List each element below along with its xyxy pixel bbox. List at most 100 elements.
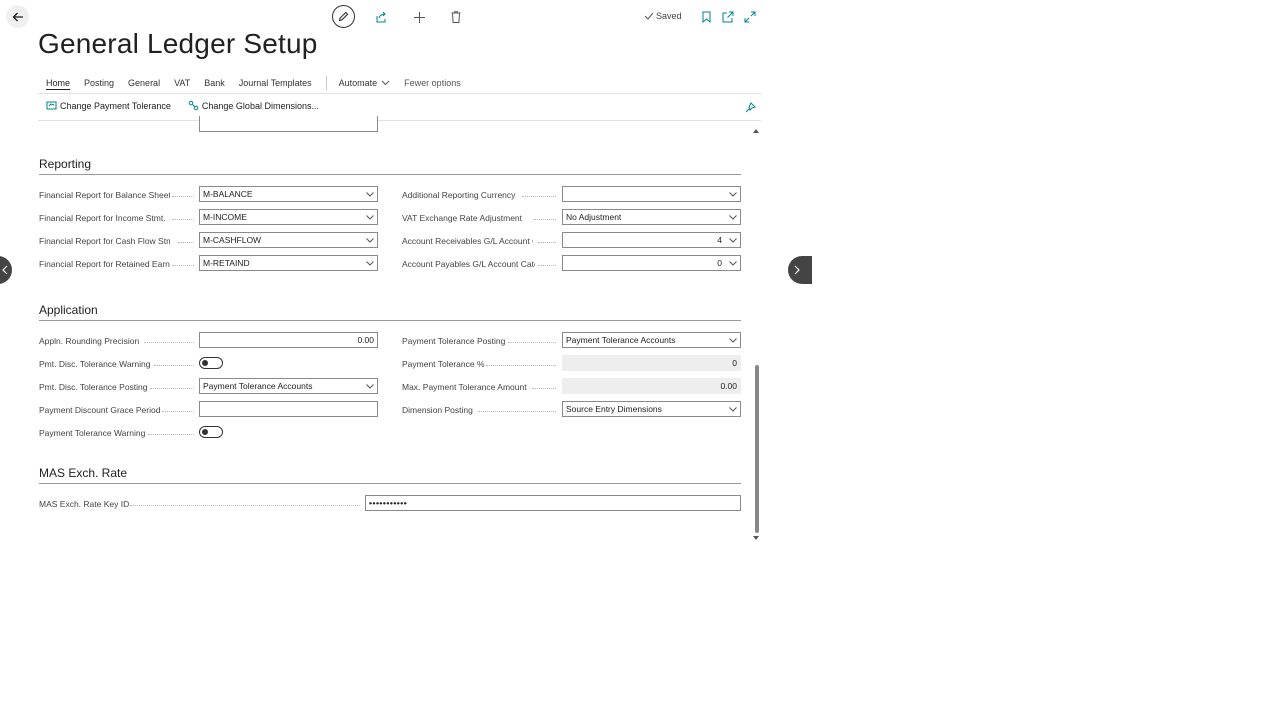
field-leader [144,341,194,343]
tab-automate[interactable]: Automate [339,78,391,88]
field-value: M-RETAIND [203,258,250,268]
field-value: 0.00 [720,381,737,391]
checkmark-icon [644,12,654,20]
field-label: Financial Report for Cash Flow Stmt. [39,236,170,246]
field-value: Source Entry Dimensions [566,404,662,414]
dimension-posting-select[interactable]: Source Entry Dimensions [562,401,741,417]
income-stmt-report-select[interactable]: M-INCOME [199,209,378,225]
chevron-down-icon [365,191,374,197]
bookmark-button[interactable] [699,9,713,25]
payment-discount-grace-period-input[interactable] [199,401,378,417]
chevron-down-icon [365,260,374,266]
field-label: Financial Report for Balance Sheet [39,190,170,200]
chevron-down-icon [365,237,374,243]
personalize-button[interactable] [743,100,757,114]
cash-flow-report-select[interactable]: M-CASHFLOW [199,232,378,248]
field-label: Financial Report for Income Stmt. [39,213,166,223]
back-button[interactable] [6,5,29,28]
caret-up-icon [753,129,759,133]
pmt-disc-tolerance-warning-toggle[interactable] [199,357,223,369]
payment-tolerance-posting-select[interactable]: Payment Tolerance Accounts [562,332,741,348]
field-label: Max. Payment Tolerance Amount [402,382,527,392]
account-payables-category-select[interactable]: 0 [562,255,741,271]
field-label: Account Receivables G/L Account Category [402,236,533,246]
field-leader [172,218,194,220]
next-record-button[interactable] [788,256,812,284]
field-leader [172,195,194,197]
mas-key-id-input[interactable]: ••••••••••• [365,495,741,511]
expand-button[interactable] [742,9,758,25]
open-new-window-button[interactable] [720,9,736,25]
field-label: Pmt. Disc. Tolerance Warning [39,359,151,369]
field-value: M-BALANCE [203,189,253,199]
tab-journal-templates[interactable]: Journal Templates [239,78,312,88]
scroll-up-button[interactable] [752,127,760,135]
field-leader [538,241,556,243]
change-payment-tolerance-button[interactable]: Change Payment Tolerance [46,100,171,111]
vat-exchange-rate-adjustment-select[interactable]: No Adjustment [562,209,741,225]
additional-reporting-currency-select[interactable] [562,186,741,202]
back-arrow-icon [12,12,23,21]
clipped-field[interactable] [199,116,378,132]
saved-label: Saved [656,11,682,21]
action-bar: Change Payment Tolerance Change Global D… [46,100,336,111]
new-button[interactable] [411,9,427,25]
pmt-disc-tolerance-posting-select[interactable]: Payment Tolerance Accounts [199,378,378,394]
tab-home[interactable]: Home [46,78,70,88]
chevron-right-icon [794,265,800,275]
field-leader [162,410,194,412]
chevron-down-icon [728,237,737,243]
field-label: VAT Exchange Rate Adjustment [402,213,523,223]
payment-tolerance-percent-readonly: 0 [562,355,741,371]
previous-record-button[interactable] [0,256,12,284]
field-leader [172,264,194,266]
mas-divider [39,483,741,484]
chevron-down-icon [728,406,737,412]
tab-bank[interactable]: Bank [204,78,225,88]
change-global-dimensions-button[interactable]: Change Global Dimensions... [188,100,319,111]
scrollbar-thumb[interactable] [755,365,759,533]
tab-general[interactable]: General [128,78,160,88]
field-label: Payment Discount Grace Period [39,405,161,415]
pencil-icon [338,11,349,22]
appln-rounding-precision-input[interactable]: 0.00 [199,332,378,348]
payment-tolerance-warning-toggle[interactable] [199,426,223,438]
field-value: M-INCOME [203,212,247,222]
chevron-left-icon [2,265,8,275]
account-receivables-category-select[interactable]: 4 [562,232,741,248]
field-leader [538,264,556,266]
field-leader [178,241,194,243]
tab-vat[interactable]: VAT [174,78,190,88]
open-new-window-icon [722,11,734,23]
chevron-down-icon [365,383,374,389]
retained-earn-report-select[interactable]: M-RETAIND [199,255,378,271]
change-global-dimensions-label: Change Global Dimensions... [201,100,319,111]
reporting-section-title: Reporting [39,157,92,171]
chevron-down-icon [728,191,737,197]
field-leader [154,364,194,366]
chevron-down-icon [365,214,374,220]
delete-button[interactable] [448,9,464,25]
edit-button[interactable] [332,5,355,28]
tab-automate-label: Automate [338,78,378,88]
field-leader [478,410,556,412]
field-label: Account Payables G/L Account Category [402,259,535,269]
field-value: M-CASHFLOW [203,235,262,245]
tab-posting[interactable]: Posting [84,78,114,88]
balance-sheet-report-select[interactable]: M-BALANCE [199,186,378,202]
scroll-down-button[interactable] [752,534,760,542]
actions-divider [38,120,761,121]
field-value: Payment Tolerance Accounts [566,335,676,345]
application-section-title: Application [39,303,98,317]
chevron-down-icon [381,80,390,86]
dimensions-icon [188,100,199,111]
share-button[interactable] [373,9,389,25]
field-leader [522,195,556,197]
field-value: ••••••••••• [369,498,408,508]
max-payment-tolerance-amount-readonly: 0.00 [562,378,741,394]
reporting-divider [39,174,741,175]
tabs-divider [38,93,761,94]
field-label: Additional Reporting Currency [402,190,516,200]
pin-filter-icon [745,101,756,112]
fewer-options-link[interactable]: Fewer options [404,78,461,88]
